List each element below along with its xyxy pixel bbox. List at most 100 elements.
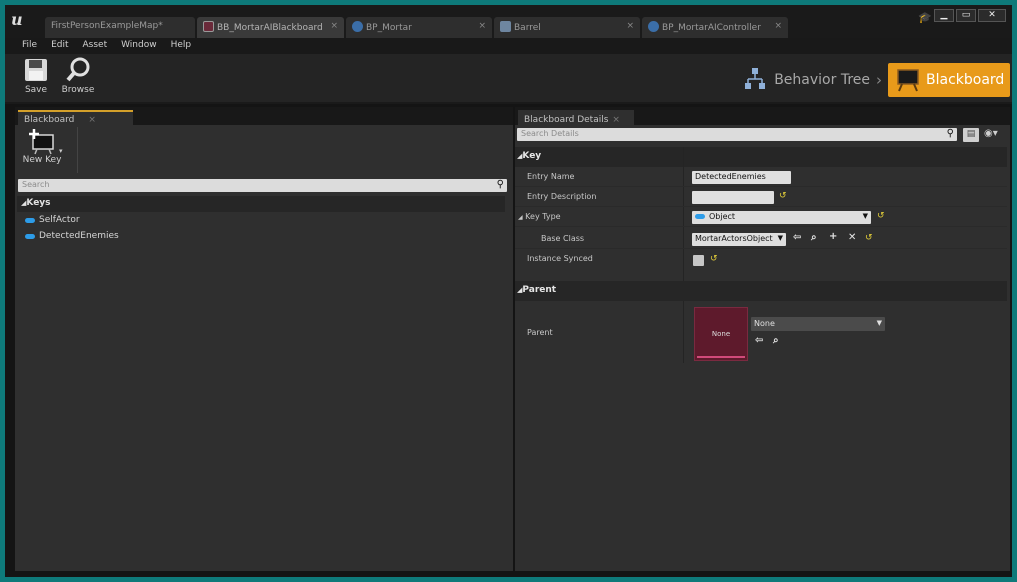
prop-row-entry-description: Entry Description ↺ — [515, 187, 1007, 207]
parent-section-label: Parent — [522, 285, 557, 295]
graduation-cap-icon[interactable]: 🎓 — [918, 11, 932, 24]
search-placeholder: Search — [22, 180, 50, 189]
save-button[interactable]: Save — [14, 57, 58, 95]
property-matrix-button[interactable]: ▤ — [963, 128, 979, 142]
details-panel: Search Details ⚲ ▤ ◉▾ ◢Key Entry Name De… — [515, 125, 1010, 571]
doc-tab-barrel[interactable]: Barrel × — [494, 17, 640, 38]
window-controls: ▁ ▭ ✕ — [934, 9, 1006, 23]
search-placeholder: Search Details — [521, 129, 579, 138]
entry-name-field[interactable]: DetectedEnemies — [692, 171, 791, 184]
reset-to-default-icon[interactable]: ↺ — [877, 211, 885, 221]
key-search-input[interactable]: Search ⚲ — [18, 179, 507, 192]
key-item-label: SelfActor — [39, 215, 80, 225]
browse-icon[interactable]: ⌕ — [773, 335, 779, 346]
close-tab-icon[interactable]: × — [626, 21, 634, 31]
use-selected-arrow-icon[interactable]: ⇦ — [793, 232, 801, 243]
instance-synced-checkbox[interactable] — [693, 255, 704, 266]
minimize-button[interactable]: ▁ — [934, 9, 954, 22]
chevron-down-icon[interactable]: ▾ — [59, 147, 63, 155]
menu-window[interactable]: Window — [114, 38, 164, 54]
breadcrumb-chevron-icon: › — [876, 71, 882, 89]
key-section-header[interactable]: ◢Key — [515, 147, 1007, 167]
doc-tab-label: BP_MortarAIController — [662, 23, 761, 33]
key-type-dropdown[interactable]: Object ▼ — [692, 211, 871, 224]
bottom-edge — [5, 571, 1012, 577]
parent-value: None — [754, 319, 775, 328]
blackboard-icon — [897, 69, 919, 92]
blueprint-icon — [648, 21, 659, 32]
close-window-button[interactable]: ✕ — [978, 9, 1006, 22]
doc-tab-bp-mortar[interactable]: BP_Mortar × — [346, 17, 492, 38]
dropdown-arrow-icon: ▼ — [876, 319, 882, 327]
close-tab-icon[interactable]: × — [88, 115, 96, 125]
tab-label: Blackboard Details — [524, 115, 609, 125]
reset-to-default-icon[interactable]: ↺ — [865, 233, 873, 243]
close-tab-icon[interactable]: × — [612, 115, 620, 125]
parent-asset-thumbnail[interactable]: None — [694, 307, 748, 361]
doc-tab-label: Barrel — [514, 23, 541, 33]
doc-tab-firstpersonexamplemap[interactable]: FirstPersonExampleMap* — [45, 17, 195, 38]
menu-edit[interactable]: Edit — [44, 38, 75, 54]
blackboard-panel: New Key ▾ Search ⚲ ◢Keys SelfActor Detec… — [15, 125, 513, 571]
doc-tab-label: BP_Mortar — [366, 23, 412, 33]
object-key-icon — [695, 214, 705, 219]
keys-category[interactable]: ◢Keys — [17, 196, 505, 212]
toolbar-divider — [77, 127, 78, 173]
dirty-marker: * — [158, 21, 163, 31]
dropdown-arrow-icon: ▼ — [862, 212, 868, 220]
tab-label: Blackboard — [24, 115, 75, 125]
thumbnail-text: None — [711, 330, 731, 338]
menu-asset[interactable]: Asset — [76, 38, 115, 54]
house-icon — [500, 21, 511, 32]
behavior-tree-mode-button[interactable]: Behavior Tree — [744, 67, 870, 93]
key-item-selfactor[interactable]: SelfActor — [25, 213, 80, 227]
doc-tab-label: FirstPersonExampleMap — [51, 21, 159, 31]
key-item-detectedenemies[interactable]: DetectedEnemies — [25, 229, 119, 243]
blackboard-label: Blackboard — [926, 72, 1005, 88]
browse-button[interactable]: Browse — [56, 57, 100, 95]
prop-row-base-class: Base Class MortarActorsObject ▼ ⇦ ⌕ + ✕ … — [515, 229, 1007, 249]
details-search-input[interactable]: Search Details ⚲ — [517, 128, 957, 141]
object-key-icon — [25, 233, 35, 239]
search-icon: ⚲ — [496, 179, 504, 190]
dropdown-arrow-icon: ▼ — [777, 234, 783, 242]
entry-description-label: Entry Description — [527, 192, 597, 201]
base-class-dropdown[interactable]: MortarActorsObject ▼ — [692, 233, 786, 246]
close-tab-icon[interactable]: × — [774, 21, 782, 31]
prop-row-entry-name: Entry Name DetectedEnemies — [515, 167, 1007, 187]
save-label: Save — [24, 85, 48, 95]
view-options-eye-icon[interactable]: ◉▾ — [984, 128, 1006, 142]
object-key-icon — [25, 217, 35, 223]
close-tab-icon[interactable]: × — [330, 21, 338, 31]
blackboard-icon — [203, 21, 214, 32]
entry-description-field[interactable] — [692, 191, 774, 204]
blackboard-tab-strip: Blackboard × — [15, 107, 513, 127]
base-class-value: MortarActorsObject — [695, 234, 773, 243]
clear-icon[interactable]: ✕ — [848, 232, 856, 243]
reset-to-default-icon[interactable]: ↺ — [710, 254, 718, 264]
behavior-tree-icon — [745, 68, 766, 89]
save-icon — [25, 59, 47, 81]
close-tab-icon[interactable]: × — [478, 21, 486, 31]
behavior-tree-label: Behavior Tree — [774, 72, 870, 88]
use-selected-arrow-icon[interactable]: ⇦ — [755, 335, 763, 346]
maximize-button[interactable]: ▭ — [956, 9, 976, 22]
browse-label: Browse — [61, 85, 95, 95]
blueprint-icon — [352, 21, 363, 32]
browse-icon[interactable]: ⌕ — [811, 232, 817, 243]
add-icon[interactable]: + — [829, 231, 837, 242]
instance-synced-label: Instance Synced — [527, 254, 593, 263]
mode-switcher: Behavior Tree › Blackboard — [744, 62, 1012, 98]
key-type-label: ◢ Key Type — [518, 212, 561, 221]
menu-bar: File Edit Asset Window Help — [5, 38, 1012, 54]
doc-tab-bb-mortaraiblackboard[interactable]: BB_MortarAIBlackboard × — [197, 17, 344, 38]
blackboard-mode-button[interactable]: Blackboard — [888, 63, 1010, 97]
menu-file[interactable]: File — [15, 38, 44, 54]
menu-help[interactable]: Help — [164, 38, 199, 54]
reset-to-default-icon[interactable]: ↺ — [779, 191, 787, 201]
parent-label: Parent — [527, 328, 553, 337]
parent-section-header[interactable]: ◢Parent — [515, 281, 1007, 301]
doc-tab-bp-mortaraicontroller[interactable]: BP_MortarAIController × — [642, 17, 788, 38]
details-tab-strip: Blackboard Details × — [515, 107, 1010, 127]
parent-asset-dropdown[interactable]: None ▼ — [751, 317, 885, 331]
